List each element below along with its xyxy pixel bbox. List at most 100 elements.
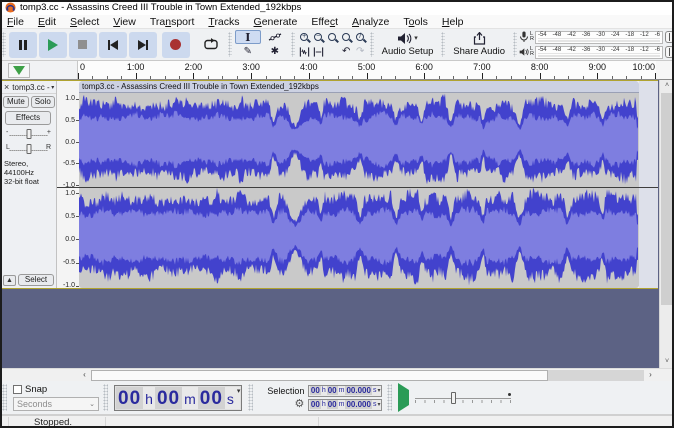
track-name[interactable]: tomp3.cc - A <box>12 83 50 92</box>
recording-meter[interactable]: LR -54-48-42-36-30-24-18-12-6 <box>519 30 674 44</box>
snap-checkbox[interactable] <box>13 385 22 394</box>
sel-digits[interactable]: 00.000 <box>345 400 371 409</box>
play-at-speed-button[interactable] <box>398 390 409 405</box>
selection-start-field[interactable]: 00h00m00.000s▾ <box>308 385 382 397</box>
time-display-caret-icon[interactable]: ▾ <box>236 387 241 409</box>
menu-transport[interactable]: Transport <box>143 15 202 29</box>
clip-title[interactable]: tomp3.cc - Assassins Creed III Trouble i… <box>79 81 639 93</box>
toolbar-grip[interactable] <box>513 32 517 57</box>
record-button[interactable] <box>162 32 190 58</box>
snap-mode-select[interactable]: Seconds ⌄ <box>13 397 99 411</box>
gain-slider-thumb[interactable] <box>26 129 31 139</box>
sel-digits[interactable]: 00 <box>310 386 321 395</box>
recording-meter-bar[interactable]: -54-48-42-36-30-24-18-12-6 <box>535 31 663 44</box>
collapse-track-button[interactable]: ▲ <box>3 275 16 286</box>
selection-tool-button[interactable]: I <box>235 30 261 44</box>
time-digits-m[interactable]: 00 <box>155 387 182 409</box>
menu-tools[interactable]: Tools <box>396 15 435 29</box>
toolbar-grip[interactable] <box>103 384 108 411</box>
menu-tracks[interactable]: Tracks <box>201 15 246 29</box>
time-digits-h[interactable]: 00 <box>116 387 143 409</box>
menu-view[interactable]: View <box>106 15 143 29</box>
toolbar-grip[interactable] <box>370 32 374 57</box>
loop-button[interactable] <box>197 32 225 58</box>
skip-to-start-button[interactable] <box>99 32 127 58</box>
mute-button[interactable]: Mute <box>3 96 29 108</box>
pause-button[interactable] <box>9 32 37 58</box>
pan-slider[interactable]: L R <box>5 142 52 155</box>
empty-track-area[interactable] <box>639 81 658 288</box>
sel-digits[interactable]: 00 <box>310 400 321 409</box>
toolbar-grip[interactable] <box>248 384 253 411</box>
toolbar-grip[interactable] <box>291 32 295 57</box>
scroll-down-icon[interactable]: ˅ <box>660 356 674 368</box>
toolbar-grip[interactable] <box>228 32 232 57</box>
redo-button[interactable]: ↷ <box>354 45 367 59</box>
toolbar-grip[interactable] <box>387 384 392 411</box>
audio-setup-label: Audio Setup <box>382 46 434 57</box>
toolbar-grip[interactable] <box>2 384 7 411</box>
sel-field-caret-icon[interactable]: ▾ <box>377 400 380 409</box>
zoom-fit-button[interactable] <box>340 30 353 44</box>
sel-digits[interactable]: 00 <box>327 400 338 409</box>
horizontal-scroll-thumb[interactable] <box>91 370 548 381</box>
ruler-label: 5:00 <box>358 62 376 72</box>
silence-audio-button[interactable] <box>312 45 325 59</box>
menu-help[interactable]: Help <box>435 15 471 29</box>
toolbar-grip[interactable] <box>2 32 6 57</box>
zoom-toggle-button[interactable]: / <box>354 30 367 44</box>
horizontal-scrollbar[interactable]: ‹ › <box>0 368 674 381</box>
menu-generate[interactable]: Generate <box>247 15 305 29</box>
menu-file[interactable]: File <box>0 15 31 29</box>
track-header: × tomp3.cc - A ▾ <box>1 81 56 94</box>
effects-button[interactable]: Effects <box>5 111 51 125</box>
toolbar-grip[interactable] <box>441 32 445 57</box>
playback-meter-bar[interactable]: -54-48-42-36-30-24-18-12-6 <box>535 46 663 59</box>
gain-slider[interactable]: - + <box>5 127 52 140</box>
close-track-icon[interactable]: × <box>1 81 12 94</box>
skip-to-end-button[interactable] <box>129 32 157 58</box>
timeline-ruler[interactable]: 01:002:003:004:005:006:007:008:009:0010:… <box>78 61 656 79</box>
timeline-options-button[interactable] <box>8 63 30 78</box>
track-menu-caret-icon[interactable]: ▾ <box>51 84 54 91</box>
audio-clip[interactable]: tomp3.cc - Assassins Creed III Trouble i… <box>79 81 639 288</box>
sel-digits[interactable]: 00 <box>327 386 338 395</box>
menu-analyze[interactable]: Analyze <box>345 15 396 29</box>
pan-slider-thumb[interactable] <box>26 144 31 154</box>
menu-edit[interactable]: Edit <box>31 15 63 29</box>
zoom-in-button[interactable]: + <box>298 30 311 44</box>
playback-speed-slider[interactable] <box>415 391 511 405</box>
menu-effect[interactable]: Effect <box>304 15 345 29</box>
zoom-out-button[interactable]: − <box>312 30 325 44</box>
solo-button[interactable]: Solo <box>31 96 55 108</box>
waveform-right-channel[interactable] <box>79 186 639 286</box>
playback-meter[interactable]: LR -54-48-42-36-30-24-18-12-6 <box>519 45 674 59</box>
vertical-scroll-thumb[interactable] <box>661 93 674 305</box>
trim-audio-button[interactable] <box>298 45 311 59</box>
audio-setup-button[interactable]: ▾ Audio Setup <box>376 29 440 59</box>
share-audio-button[interactable]: Share Audio <box>447 29 511 59</box>
sel-digits[interactable]: 00.000 <box>345 386 371 395</box>
zoom-selection-button[interactable] <box>326 30 339 44</box>
time-digits-s[interactable]: 00 <box>198 387 225 409</box>
time-display[interactable]: 00h00m00s▾ <box>114 385 242 411</box>
stop-button[interactable] <box>69 32 97 58</box>
horizontal-scroll-track[interactable] <box>91 370 644 381</box>
speed-slider-thumb[interactable] <box>451 392 456 404</box>
selection-settings-gear-icon[interactable]: ⚙ <box>295 399 305 410</box>
selection-end-field[interactable]: 00h00m00.000s▾ <box>308 399 382 411</box>
undo-button[interactable]: ↶ <box>340 45 353 59</box>
envelope-tool-button[interactable] <box>262 30 288 44</box>
track-select-button[interactable]: Select <box>18 274 54 286</box>
scroll-up-icon[interactable]: ˄ <box>660 80 674 92</box>
play-button[interactable] <box>39 32 67 58</box>
multi-tool-button[interactable]: ✱ <box>262 45 288 59</box>
recording-meter-slider[interactable] <box>665 31 674 43</box>
playback-meter-slider[interactable] <box>665 46 674 58</box>
draw-tool-button[interactable]: ✎ <box>235 45 261 59</box>
waveform-left-channel[interactable] <box>79 93 639 186</box>
menu-select[interactable]: Select <box>63 15 106 29</box>
vertical-scale-ruler[interactable]: 1.00.50.0-0.5-1.0 1.00.50.0-0.5-1.0 <box>57 81 79 288</box>
sel-field-caret-icon[interactable]: ▾ <box>377 386 380 395</box>
vertical-scrollbar[interactable]: ˄ ˅ <box>659 80 674 368</box>
